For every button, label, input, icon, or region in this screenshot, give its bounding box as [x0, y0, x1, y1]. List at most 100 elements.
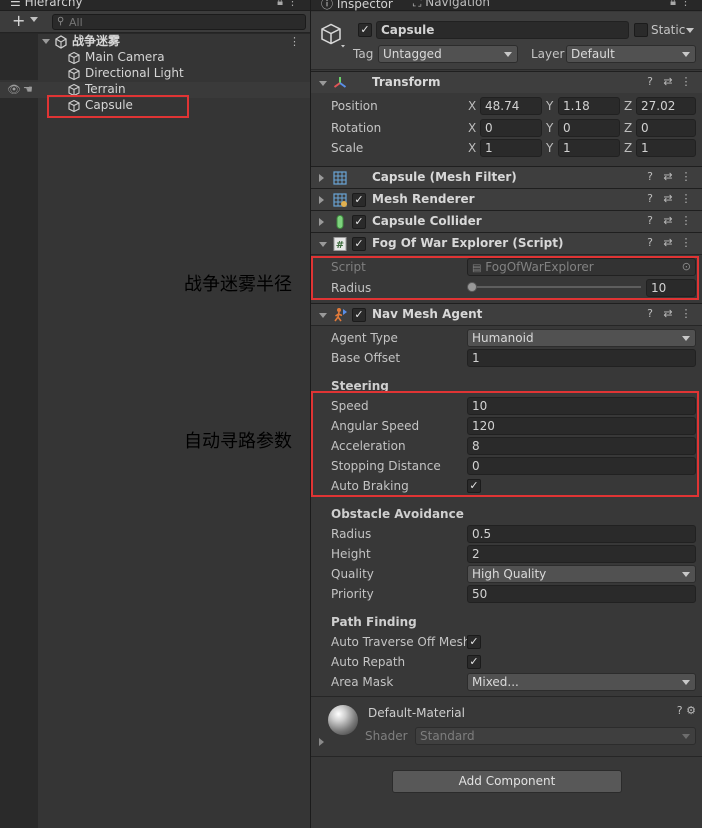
object-name-field[interactable]: Capsule [376, 21, 629, 39]
material-fold-arrow[interactable] [319, 738, 324, 746]
axis-y-label: Y [546, 141, 554, 155]
gameobject-icon[interactable] [319, 22, 345, 48]
position-z-field[interactable]: 27.02 [636, 97, 696, 115]
tab-navigation-label: Navigation [425, 0, 490, 9]
fold-arrow[interactable] [319, 196, 324, 204]
scale-z-field[interactable]: 1 [636, 139, 696, 157]
chevron-down-icon [682, 734, 690, 739]
shader-dropdown[interactable]: Standard [415, 727, 696, 745]
lock-icon[interactable]: 🔒︎ [670, 0, 680, 8]
object-active-checkbox[interactable]: ✓ [358, 23, 372, 37]
fog-explorer-enabled-checkbox[interactable]: ✓ [352, 237, 366, 251]
capsule-collider-header[interactable]: ✓ Capsule Collider ? ⇄ ⋮ [311, 210, 702, 232]
position-x-field[interactable]: 48.74 [480, 97, 542, 115]
height-label: Height [331, 547, 371, 561]
hierarchy-tab-actions: 🔒︎⋮ [277, 0, 302, 9]
nav-agent-title: Nav Mesh Agent [372, 307, 483, 321]
help-icon[interactable]: ? [641, 75, 659, 88]
more-icon[interactable]: ⋮ [287, 0, 302, 8]
transform-header[interactable]: Transform ? ⇄ ⋮ [311, 71, 702, 93]
fold-arrow[interactable] [319, 313, 327, 318]
rotation-x-field[interactable]: 0 [480, 119, 542, 137]
help-icon[interactable]: ? [641, 236, 659, 249]
rotation-z-field[interactable]: 0 [636, 119, 696, 137]
eye-icon[interactable]: 👁︎ [7, 83, 21, 96]
avoid-radius-field[interactable]: 0.5 [467, 525, 696, 543]
tag-dropdown[interactable]: Untagged [378, 45, 518, 63]
fold-arrow[interactable] [319, 81, 327, 86]
mesh-renderer-enabled-checkbox[interactable]: ✓ [352, 193, 366, 207]
add-component-button[interactable]: Add Component [392, 770, 622, 793]
more-icon[interactable]: ⋮ [677, 214, 695, 227]
transform-title: Transform [372, 75, 441, 89]
agent-type-label: Agent Type [331, 331, 398, 345]
more-icon[interactable]: ⋮ [677, 307, 695, 320]
auto-repath-checkbox[interactable]: ✓ [467, 655, 481, 669]
scene-icon [55, 35, 67, 49]
layer-dropdown[interactable]: Default [566, 45, 696, 63]
tag-label: Tag [353, 47, 374, 61]
axis-z-label: Z [624, 141, 633, 155]
inspector-tab-actions: 🔒︎⋮ [670, 0, 695, 9]
more-icon[interactable]: ⋮ [677, 170, 695, 183]
preset-icon[interactable]: ⇄ [659, 75, 677, 88]
fold-arrow[interactable] [319, 218, 324, 226]
priority-field[interactable]: 50 [467, 585, 696, 603]
mesh-filter-header[interactable]: Capsule (Mesh Filter) ? ⇄ ⋮ [311, 166, 702, 188]
search-input[interactable] [69, 16, 299, 28]
help-icon[interactable]: ? [641, 192, 659, 205]
static-checkbox[interactable] [634, 23, 648, 37]
divider [311, 696, 702, 697]
chevron-down-icon [682, 680, 690, 685]
scene-row[interactable]: 战争迷雾 ⋮ [0, 34, 310, 50]
preset-icon[interactable]: ⇄ [659, 307, 677, 320]
scene-fold-arrow[interactable] [42, 39, 50, 44]
plus-icon[interactable]: + [12, 11, 25, 31]
auto-traverse-checkbox[interactable]: ✓ [467, 635, 481, 649]
preset-icon[interactable]: ⇄ [659, 236, 677, 249]
fold-arrow[interactable] [319, 174, 324, 182]
rotation-y-field[interactable]: 0 [558, 119, 620, 137]
help-icon[interactable]: ? [677, 704, 683, 717]
agent-type-dropdown[interactable]: Humanoid [467, 329, 696, 347]
scale-x-field[interactable]: 1 [480, 139, 542, 157]
area-mask-dropdown[interactable]: Mixed... [467, 673, 696, 691]
capsule-collider-enabled-checkbox[interactable]: ✓ [352, 215, 366, 229]
lock-icon[interactable]: 🔒︎ [277, 0, 287, 8]
hierarchy-tab-bar: ☰ Hierarchy 🔒︎⋮ [0, 0, 310, 11]
more-icon[interactable]: ⋮ [677, 75, 695, 88]
help-icon[interactable]: ? [641, 214, 659, 227]
capsule-highlight-box [47, 95, 189, 118]
static-dropdown-arrow[interactable] [686, 28, 694, 33]
preset-icon[interactable]: ⇄ [659, 170, 677, 183]
tab-inspector[interactable]: ⓘ Inspector [321, 0, 393, 12]
base-offset-field[interactable]: 1 [467, 349, 696, 367]
help-icon[interactable]: ? [641, 307, 659, 320]
preset-icon[interactable]: ⇄ [659, 192, 677, 205]
hierarchy-item-main-camera[interactable]: Main Camera [0, 50, 310, 66]
quality-dropdown[interactable]: High Quality [467, 565, 696, 583]
hierarchy-tab[interactable]: ☰ Hierarchy [10, 0, 83, 9]
height-field[interactable]: 2 [467, 545, 696, 563]
position-y-field[interactable]: 1.18 [558, 97, 620, 115]
more-icon[interactable]: ⋮ [677, 192, 695, 205]
more-icon[interactable]: ⋮ [289, 34, 300, 49]
mesh-renderer-header[interactable]: ✓ Mesh Renderer ? ⇄ ⋮ [311, 188, 702, 210]
tab-inspector-label: Inspector [336, 0, 393, 11]
more-icon[interactable]: ⋮ [677, 236, 695, 249]
gear-icon[interactable]: ⚙ [686, 704, 696, 717]
fold-arrow[interactable] [319, 242, 327, 247]
more-icon[interactable]: ⋮ [680, 0, 695, 8]
search-icon: ⚲ [57, 16, 65, 27]
add-dropdown-caret[interactable] [30, 17, 38, 22]
hierarchy-search[interactable]: ⚲ [52, 14, 306, 30]
tab-navigation[interactable]: ⛶ Navigation [413, 0, 490, 10]
fog-explorer-header[interactable]: # ✓ Fog Of War Explorer (Script) ? ⇄ ⋮ [311, 232, 702, 254]
hand-icon[interactable]: ☚ [23, 83, 33, 96]
help-icon[interactable]: ? [641, 170, 659, 183]
preset-icon[interactable]: ⇄ [659, 214, 677, 227]
nav-agent-header[interactable]: ✓ Nav Mesh Agent ? ⇄ ⋮ [311, 303, 702, 325]
scale-y-field[interactable]: 1 [558, 139, 620, 157]
nav-agent-enabled-checkbox[interactable]: ✓ [352, 308, 366, 322]
hierarchy-item-directional-light[interactable]: Directional Light [0, 66, 310, 82]
